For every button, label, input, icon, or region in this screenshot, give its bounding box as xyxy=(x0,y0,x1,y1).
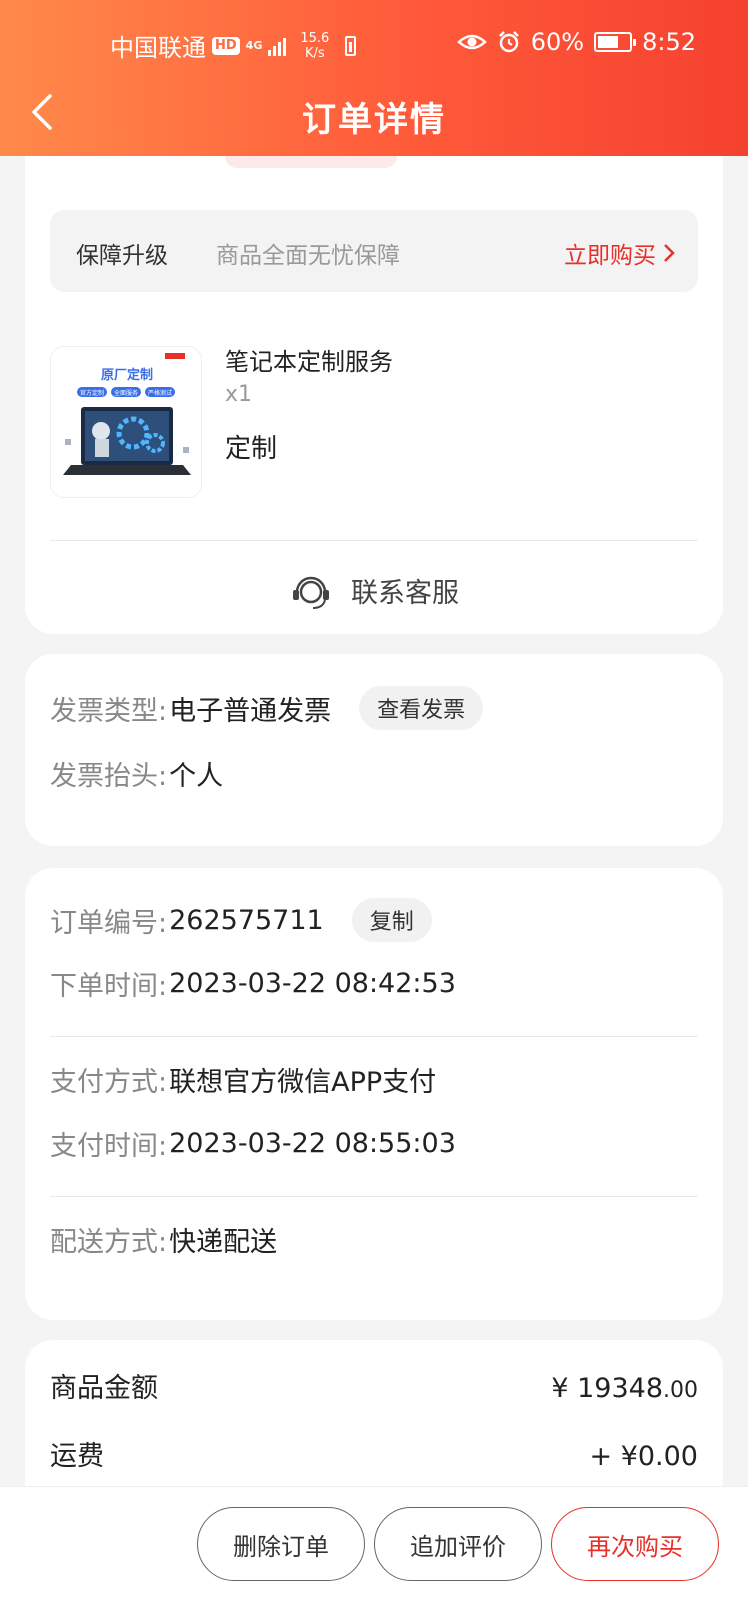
order-number-label: 订单编号: xyxy=(50,907,168,939)
product-card: 保障升级 商品全面无忧保障 立即购买 原厂定制 官方定制 全面服务 严格测试 笔… xyxy=(25,100,723,634)
divider xyxy=(50,1036,698,1037)
contact-service-label: 联系客服 xyxy=(351,577,459,609)
product-type: 定制 xyxy=(225,434,278,464)
battery-percent: 60% xyxy=(530,28,585,56)
copy-button[interactable]: 复制 xyxy=(351,898,432,942)
invoice-card: 发票类型: 电子普通发票 查看发票 发票抬头: 个人 xyxy=(25,654,723,846)
eye-icon xyxy=(456,34,487,50)
image-tag-label: 全面服务 xyxy=(114,389,138,397)
shipping-row: 运费 + ¥0.00 xyxy=(50,1434,698,1473)
image-tag-label: 官方定制 xyxy=(80,389,104,397)
payment-time-row: 支付时间: 2023-03-22 08:55:03 xyxy=(50,1124,456,1163)
goods-amount-row: 商品金额 ¥ 19348.00 xyxy=(50,1366,698,1405)
delivery-method-label: 配送方式: xyxy=(50,1227,168,1258)
network-label: 4G xyxy=(245,39,263,52)
order-number-row: 订单编号: 262575711 复制 xyxy=(50,898,432,942)
status-left: 中国联通 HD 4G 15.6 K/s xyxy=(110,28,357,63)
battery-saver-icon xyxy=(345,35,357,56)
image-tag-label: 严格测试 xyxy=(148,389,172,397)
product-name[interactable]: 笔记本定制服务 xyxy=(225,342,393,377)
chevron-right-icon xyxy=(664,244,675,262)
alarm-icon xyxy=(498,31,519,53)
invoice-title-value: 个人 xyxy=(169,761,224,792)
nav-bar: 订单详情 xyxy=(0,78,748,148)
shipping-value: + ¥0.00 xyxy=(589,1441,698,1472)
clock-time: 8:52 xyxy=(642,28,696,56)
product-image[interactable]: 原厂定制 官方定制 全面服务 严格测试 xyxy=(50,346,202,498)
buy-now-link[interactable]: 立即购买 xyxy=(564,236,676,270)
hd-badge: HD xyxy=(212,36,240,55)
laptop-image: 原厂定制 官方定制 全面服务 严格测试 xyxy=(51,347,201,497)
invoice-title-label: 发票抬头: xyxy=(50,761,168,792)
order-number-value: 262575711 xyxy=(169,904,324,936)
payment-method-row: 支付方式: 联想官方微信APP支付 xyxy=(50,1060,436,1099)
payment-method-label: 支付方式: xyxy=(50,1067,168,1098)
protection-label: 保障升级 xyxy=(76,243,168,269)
header: 中国联通 HD 4G 15.6 K/s 60% 8:52 订单详情 xyxy=(0,0,748,156)
headset-icon xyxy=(293,576,329,609)
view-invoice-button[interactable]: 查看发票 xyxy=(359,686,484,730)
delivery-method-value: 快递配送 xyxy=(169,1227,278,1258)
goods-amount-label: 商品金额 xyxy=(50,1373,158,1404)
invoice-type-value: 电子普通发票 xyxy=(169,695,332,727)
invoice-title-row: 发票抬头: 个人 xyxy=(50,754,223,793)
delete-order-button[interactable]: 删除订单 xyxy=(197,1507,365,1581)
speed-value: 15.6 xyxy=(300,30,330,46)
goods-amount-integer: ¥ 19348 xyxy=(551,1373,663,1404)
buy-again-button[interactable]: 再次购买 xyxy=(551,1507,719,1581)
delivery-method-row: 配送方式: 快递配送 xyxy=(50,1220,277,1259)
network-speed: 15.6 K/s xyxy=(300,31,329,61)
goods-amount-decimal: .00 xyxy=(663,1378,698,1403)
protection-desc: 商品全面无忧保障 xyxy=(216,243,400,269)
payment-time-label: 支付时间: xyxy=(50,1131,168,1162)
bottom-action-bar: 删除订单 追加评价 再次购买 xyxy=(0,1486,748,1600)
contact-service-button[interactable]: 联系客服 xyxy=(25,562,723,618)
battery-icon xyxy=(594,32,637,52)
status-right: 60% 8:52 xyxy=(456,28,696,56)
order-time-value: 2023-03-22 08:42:53 xyxy=(169,968,456,999)
goods-amount-value: ¥ 19348.00 xyxy=(551,1373,698,1404)
signal-icon xyxy=(268,36,287,56)
order-time-label: 下单时间: xyxy=(50,971,168,1002)
payment-method-value: 联想官方微信APP支付 xyxy=(169,1067,437,1098)
payment-time-value: 2023-03-22 08:55:03 xyxy=(169,1128,456,1159)
invoice-type-label: 发票类型: xyxy=(50,695,168,727)
carrier-label: 中国联通 xyxy=(110,34,206,62)
network-type: 4G xyxy=(246,40,263,51)
status-bar: 中国联通 HD 4G 15.6 K/s 60% 8:52 xyxy=(0,22,748,68)
invoice-type-row: 发票类型: 电子普通发票 查看发票 xyxy=(50,686,484,730)
order-info-card: 订单编号: 262575711 复制 下单时间: 2023-03-22 08:4… xyxy=(25,868,723,1320)
page-title: 订单详情 xyxy=(302,100,446,140)
buy-now-label: 立即购买 xyxy=(564,243,656,269)
order-time-row: 下单时间: 2023-03-22 08:42:53 xyxy=(50,964,456,1003)
divider xyxy=(50,1196,698,1197)
shipping-label: 运费 xyxy=(50,1441,104,1472)
protection-upgrade-banner[interactable]: 保障升级 商品全面无忧保障 立即购买 xyxy=(50,210,698,292)
product-quantity: x1 xyxy=(225,382,253,407)
image-title: 原厂定制 xyxy=(101,367,153,383)
divider xyxy=(50,540,698,541)
add-review-button[interactable]: 追加评价 xyxy=(374,1507,542,1581)
speed-unit: K/s xyxy=(304,45,325,61)
